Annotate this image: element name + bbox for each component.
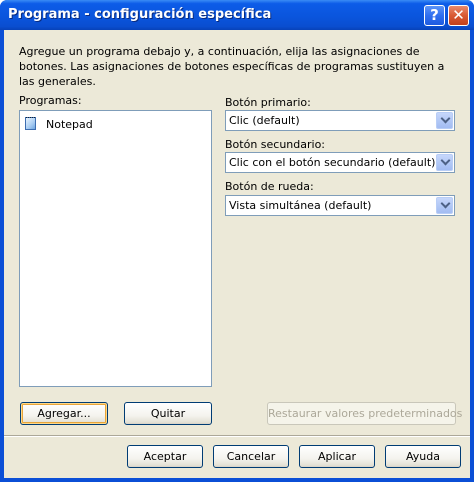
programs-listbox[interactable]: Notepad xyxy=(19,110,212,387)
restore-defaults-button[interactable]: Restaurar valores predeterminados xyxy=(267,402,462,425)
wheel-button-select[interactable]: Vista simultánea (default) xyxy=(225,195,455,216)
programs-label: Programas: xyxy=(19,94,82,107)
title-bar[interactable]: Programa - configuración específica ? ✕ xyxy=(0,0,474,30)
ok-button[interactable]: Aceptar xyxy=(127,445,203,468)
help-button[interactable]: Ayuda xyxy=(385,445,461,468)
close-x-icon[interactable]: ✕ xyxy=(448,5,469,26)
intro-text: Agregue un programa debajo y, a continua… xyxy=(19,45,445,88)
dialog-window: Programa - configuración específica ? ✕ … xyxy=(0,0,474,482)
list-item[interactable]: Notepad xyxy=(24,115,93,133)
primary-button-select[interactable]: Clic (default) xyxy=(225,110,455,131)
apply-button[interactable]: Aplicar xyxy=(299,445,375,468)
wheel-button-label: Botón de rueda: xyxy=(225,180,314,193)
add-program-button[interactable]: Agregar... xyxy=(20,402,108,425)
window-title: Programa - configuración específica xyxy=(8,7,272,22)
chevron-down-icon[interactable] xyxy=(436,197,453,214)
chevron-down-icon[interactable] xyxy=(436,112,453,129)
wheel-button-value: Vista simultánea (default) xyxy=(229,199,372,212)
secondary-button-value: Clic con el botón secundario (default) xyxy=(229,156,436,169)
question-mark-icon[interactable]: ? xyxy=(424,5,445,26)
notepad-icon xyxy=(24,117,38,131)
dialog-client-area: Agregue un programa debajo y, a continua… xyxy=(4,30,470,478)
cancel-button[interactable]: Cancelar xyxy=(213,445,289,468)
secondary-button-label: Botón secundario: xyxy=(225,138,326,151)
primary-button-label: Botón primario: xyxy=(225,96,311,109)
primary-button-value: Clic (default) xyxy=(229,114,300,127)
list-item-label: Notepad xyxy=(46,117,93,131)
chevron-down-icon[interactable] xyxy=(436,154,453,171)
secondary-button-select[interactable]: Clic con el botón secundario (default) xyxy=(225,152,455,173)
remove-program-button[interactable]: Quitar xyxy=(124,402,212,425)
separator-line xyxy=(4,435,470,437)
